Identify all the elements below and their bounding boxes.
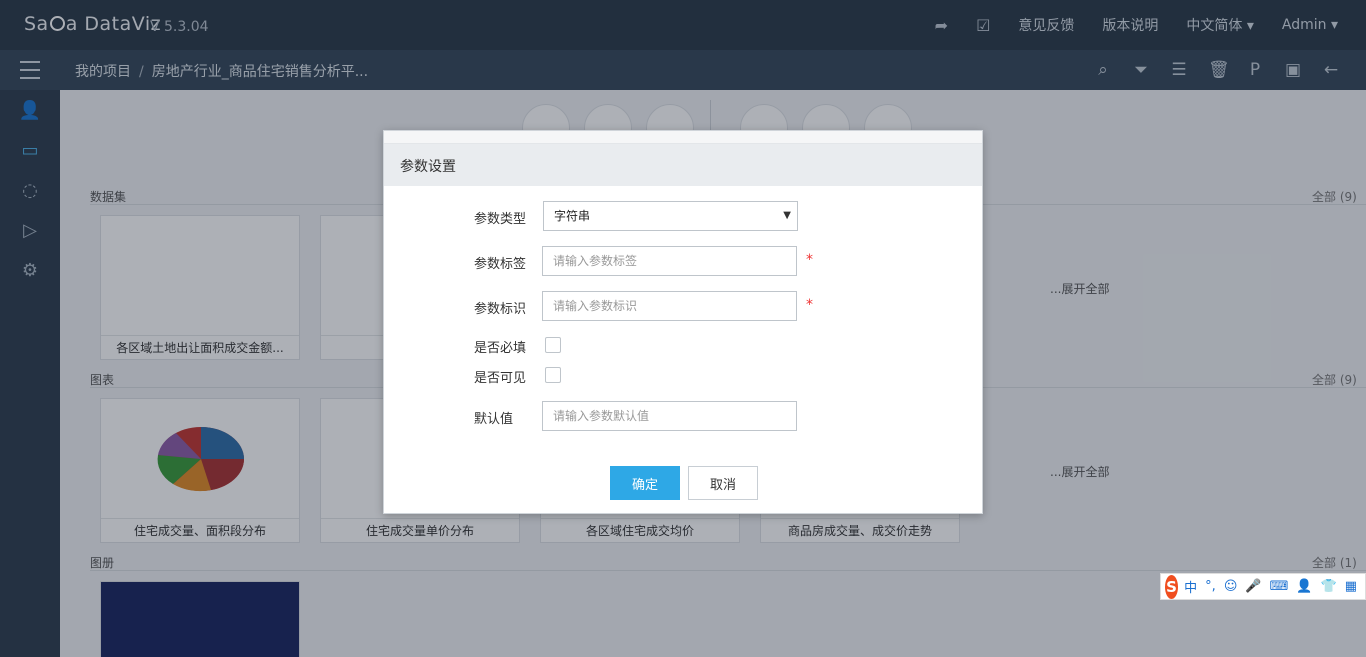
param-required-row: 是否必填 [384,330,982,362]
param-id-input[interactable] [542,291,797,321]
required-mark: * [806,297,813,313]
param-default-row: 默认值 [384,401,982,433]
param-required-label: 是否必填 [474,341,527,356]
ime-user-icon[interactable]: 👤 [1296,579,1312,594]
param-visible-label: 是否可见 [474,371,527,386]
param-default-input[interactable] [542,401,797,431]
confirm-button[interactable]: 确定 [610,466,680,500]
ime-chinese-toggle[interactable]: 中 [1184,577,1197,596]
param-id-row: 参数标识 * [384,291,982,323]
ime-toolbox-icon[interactable]: ▦ [1345,579,1357,594]
required-mark: * [806,252,813,268]
dialog-title: 参数设置 [400,159,456,175]
param-type-select[interactable]: 字符串 ▼ [543,201,798,231]
ime-toolbar: S 中 °, ☺ 🎤 ⌨ 👤 👕 ▦ [1160,573,1366,600]
param-visible-row: 是否可见 [384,360,982,392]
chevron-down-icon: ▼ [783,210,791,221]
param-tag-row: 参数标签 * [384,246,982,278]
param-required-checkbox[interactable] [545,337,561,353]
param-type-label: 参数类型 [474,212,527,227]
dialog-top-strip [384,131,982,144]
param-tag-input[interactable] [542,246,797,276]
param-type-value: 字符串 [554,209,591,223]
ime-punctuation-icon[interactable]: °, [1205,579,1216,594]
ime-keyboard-icon[interactable]: ⌨ [1270,579,1289,594]
sogou-logo-icon[interactable]: S [1165,574,1179,599]
param-visible-checkbox[interactable] [545,367,561,383]
param-tag-label: 参数标签 [474,257,527,272]
ime-emoji-icon[interactable]: ☺ [1224,579,1238,594]
ime-voice-icon[interactable]: 🎤 [1245,579,1261,594]
dialog-header: 参数设置 [384,144,982,186]
param-settings-dialog: 参数设置 参数类型 字符串 ▼ 参数标签 * 参数标识 * 是否必填 是否可见 … [383,130,983,514]
ime-skin-icon[interactable]: 👕 [1321,579,1337,594]
cancel-button[interactable]: 取消 [688,466,758,500]
param-id-label: 参数标识 [474,302,527,317]
param-default-label: 默认值 [474,412,514,427]
param-type-row: 参数类型 字符串 ▼ [384,201,982,233]
